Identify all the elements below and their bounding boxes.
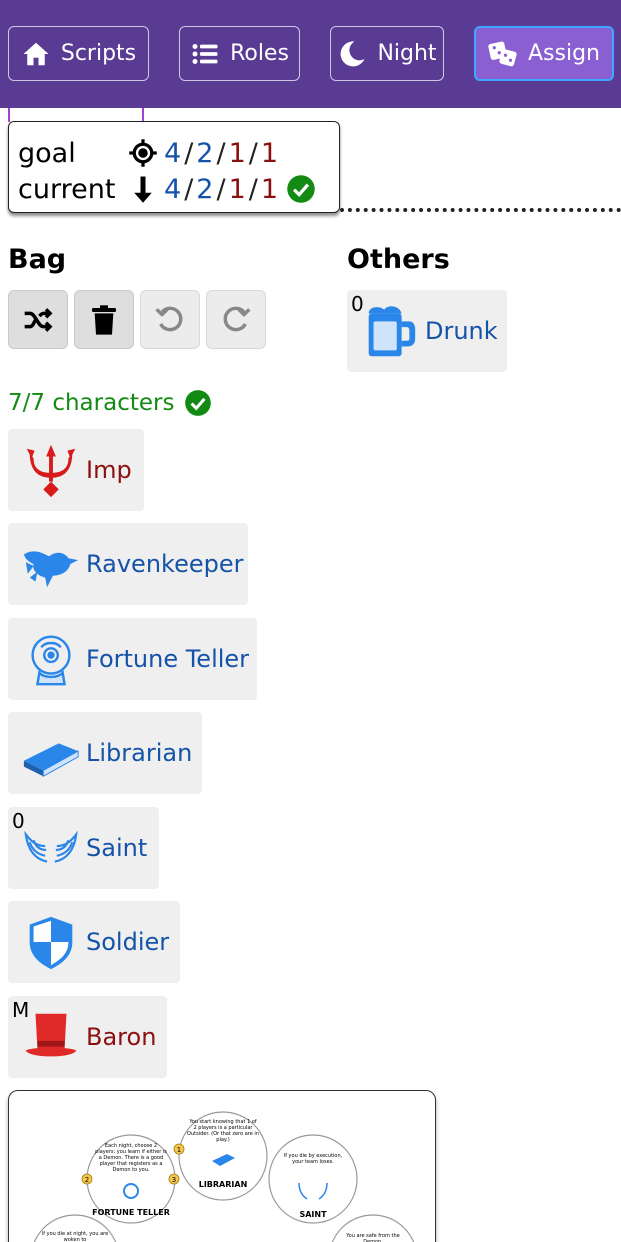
team-counts-box: goal 4/ 2/ 1/ 1 current 4/ 2/ 1/ 1 bbox=[8, 121, 340, 213]
card-badge: M bbox=[12, 998, 30, 1022]
current-demons: 1 bbox=[260, 173, 279, 205]
character-card-librarian[interactable]: Librarian bbox=[8, 712, 202, 794]
saint-ability-text: If you die by execution, your team loses… bbox=[283, 1153, 343, 1165]
character-card-soldier[interactable]: Soldier bbox=[8, 901, 180, 983]
current-outsiders: 2 bbox=[196, 173, 214, 205]
left-token-text: If you die at night, you are woken to bbox=[41, 1231, 109, 1242]
dotted-divider bbox=[340, 208, 621, 212]
night-tab-label: Night bbox=[377, 41, 437, 66]
book-icon bbox=[23, 743, 79, 778]
character-card-fortune-teller[interactable]: Fortune Teller bbox=[8, 618, 257, 700]
card-badge: 0 bbox=[12, 809, 25, 833]
bag-status: 7/7 characters bbox=[8, 386, 212, 420]
character-card-ravenkeeper[interactable]: Ravenkeeper bbox=[8, 523, 248, 605]
assign-tab[interactable]: Assign bbox=[474, 26, 614, 81]
night-tab[interactable]: Night bbox=[330, 26, 444, 81]
top-nav: Scripts Roles Night Assign bbox=[0, 0, 621, 108]
character-card-drunk[interactable]: 0 Drunk bbox=[347, 290, 507, 372]
clear-bag-button[interactable] bbox=[74, 290, 134, 349]
svg-text:3: 3 bbox=[172, 1176, 176, 1184]
current-minions: 1 bbox=[228, 173, 246, 205]
dice-icon bbox=[488, 41, 517, 66]
bag-count-text: 7/7 characters bbox=[8, 390, 175, 416]
trash-icon bbox=[92, 304, 116, 335]
goal-label: goal bbox=[18, 137, 76, 169]
redo-button[interactable] bbox=[206, 290, 266, 349]
sheet-graphic: You start knowing that 1 of 2 players is… bbox=[33, 1111, 415, 1242]
redo-icon bbox=[223, 306, 251, 331]
character-card-saint[interactable]: 0 Saint bbox=[8, 807, 159, 889]
bag-heading: Bag bbox=[8, 244, 67, 275]
character-name: Ravenkeeper bbox=[86, 550, 244, 578]
check-circle-icon bbox=[185, 390, 212, 416]
shuffle-button[interactable] bbox=[8, 290, 68, 349]
goal-outsiders: 2 bbox=[196, 137, 214, 169]
goal-demons: 1 bbox=[260, 137, 279, 169]
svg-text:2: 2 bbox=[85, 1176, 89, 1184]
librarian-token-name: LIBRARIAN bbox=[199, 1180, 248, 1189]
scripts-tab[interactable]: Scripts bbox=[8, 26, 149, 81]
character-name: Imp bbox=[86, 456, 132, 484]
current-label: current bbox=[18, 173, 116, 205]
script-sheet-preview[interactable]: You start knowing that 1 of 2 players is… bbox=[8, 1090, 436, 1242]
crosshair-icon bbox=[129, 139, 157, 167]
undo-button[interactable] bbox=[140, 290, 200, 349]
arrow-down-icon bbox=[134, 176, 152, 203]
character-card-imp[interactable]: Imp bbox=[8, 429, 144, 511]
current-townsfolk: 4 bbox=[164, 173, 182, 205]
card-badge: 0 bbox=[351, 292, 364, 316]
goal-minions: 1 bbox=[228, 137, 246, 169]
moon-icon bbox=[341, 40, 365, 66]
fortune-teller-token-name: FORTUNE TELLER bbox=[92, 1208, 170, 1217]
scripts-tab-label: Scripts bbox=[60, 41, 137, 66]
roles-tab-label: Roles bbox=[230, 41, 289, 66]
others-heading: Others bbox=[347, 244, 450, 275]
librarian-ability-text: You start knowing that 1 of 2 players is… bbox=[187, 1119, 259, 1143]
list-icon bbox=[192, 43, 218, 64]
character-name: Saint bbox=[86, 834, 148, 862]
home-icon bbox=[23, 42, 49, 65]
beer-mug-icon bbox=[368, 306, 416, 357]
goal-row: goal 4/ 2/ 1/ 1 bbox=[18, 137, 279, 169]
saint-token-name: SAINT bbox=[299, 1210, 327, 1219]
character-card-baron[interactable]: M Baron bbox=[8, 996, 167, 1078]
raven-icon bbox=[23, 551, 79, 588]
top-hat-icon bbox=[25, 1013, 77, 1057]
goal-townsfolk: 4 bbox=[164, 137, 182, 169]
right-token-text: You are safe from the Demon. bbox=[346, 1233, 400, 1242]
fortune-teller-ability-text: Each night, choose 2 players: you learn … bbox=[95, 1143, 167, 1173]
character-name: Soldier bbox=[86, 928, 170, 956]
character-name: Drunk bbox=[425, 317, 498, 345]
trident-icon bbox=[26, 444, 76, 498]
assign-tab-label: Assign bbox=[528, 41, 600, 66]
crystal-ball-icon bbox=[31, 635, 71, 686]
svg-text:1: 1 bbox=[177, 1146, 181, 1154]
wings-icon bbox=[24, 830, 78, 863]
current-row: current 4/ 2/ 1/ 1 bbox=[18, 171, 316, 207]
check-circle-icon bbox=[287, 175, 315, 203]
shield-icon bbox=[29, 916, 73, 970]
roles-tab[interactable]: Roles bbox=[179, 26, 300, 81]
collapsed-panel-edge bbox=[8, 108, 144, 122]
character-name: Librarian bbox=[86, 739, 193, 767]
character-name: Fortune Teller bbox=[86, 645, 250, 673]
undo-icon bbox=[155, 306, 183, 331]
shuffle-icon bbox=[24, 307, 53, 332]
character-name: Baron bbox=[86, 1023, 157, 1051]
